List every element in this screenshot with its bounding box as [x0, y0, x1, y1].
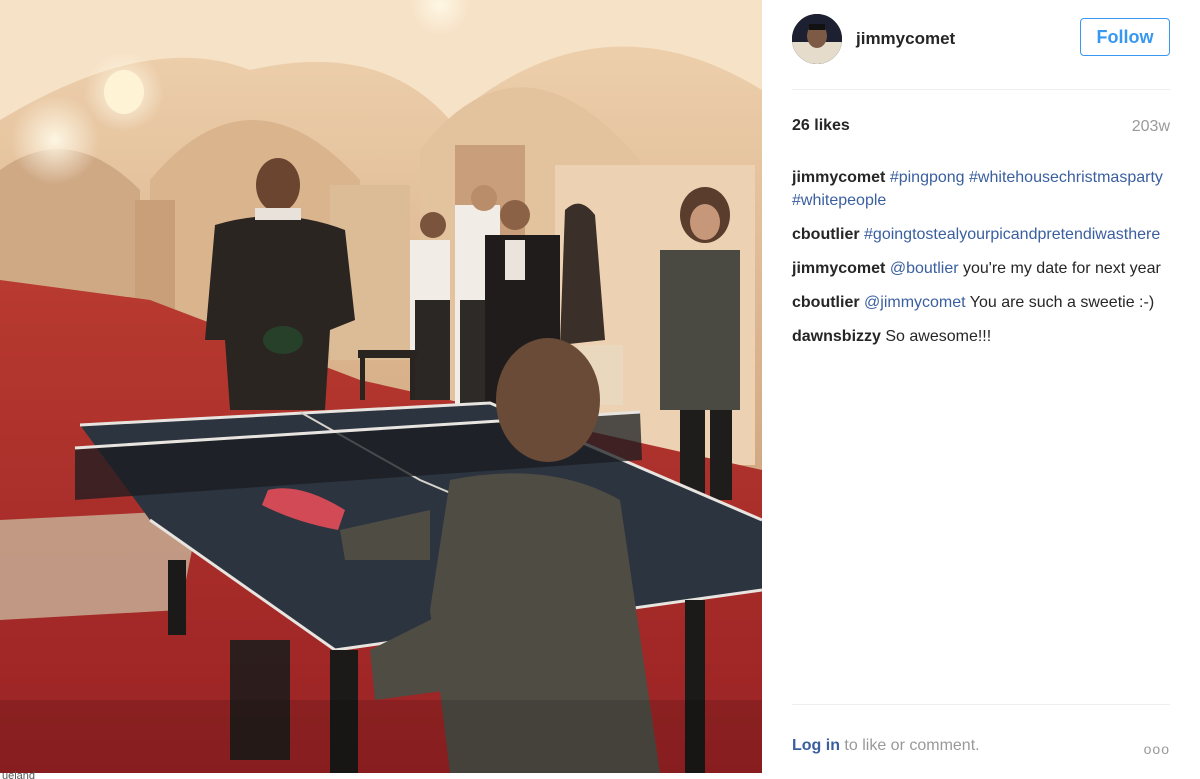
photo-caption-fragment: ueland — [2, 771, 36, 779]
comment-author[interactable]: cboutlier — [792, 294, 860, 311]
profile-avatar[interactable] — [792, 14, 842, 64]
post-footer: Log in to like or comment. ooo — [792, 737, 1170, 761]
ellipsis-icon[interactable]: ooo — [1144, 741, 1170, 757]
comment-author[interactable]: jimmycomet — [792, 169, 885, 186]
comment-item: jimmycomet @boutlier you're my date for … — [792, 257, 1164, 280]
header-divider — [792, 89, 1170, 90]
comment-text: So awesome!!! — [885, 328, 992, 345]
footer-divider — [792, 704, 1170, 705]
comment-author[interactable]: dawnsbizzy — [792, 328, 881, 345]
comment-author[interactable]: jimmycomet — [792, 260, 885, 277]
likes-count[interactable]: 26 likes — [792, 117, 850, 135]
comment-item: dawnsbizzy So awesome!!! — [792, 325, 1164, 348]
comment-item: cboutlier @jimmycomet You are such a swe… — [792, 291, 1164, 314]
comment-text: You are such a sweetie :-) — [965, 294, 1155, 311]
comment-tag-link[interactable]: @jimmycomet — [864, 294, 966, 311]
post-side-panel: jimmycomet Follow 26 likes 203w jimmycom… — [762, 0, 1200, 779]
comment-tag-link[interactable]: #goingtostealyourpicandpretendiwasthere — [864, 226, 1160, 243]
comment-tag-link[interactable]: #whitepeople — [792, 192, 886, 209]
follow-button[interactable]: Follow — [1080, 18, 1170, 56]
comment-item: jimmycomet #pingpong #whitehousechristma… — [792, 166, 1164, 212]
comment-author[interactable]: cboutlier — [792, 226, 860, 243]
photo-bottom-strip — [0, 773, 762, 779]
comment-tag-link[interactable]: @boutlier — [890, 260, 959, 277]
post-stats: 26 likes 203w — [792, 117, 1170, 139]
avatar-image — [792, 14, 842, 64]
login-prompt-text: to like or comment. — [839, 737, 980, 754]
post-age[interactable]: 203w — [1132, 118, 1170, 136]
post-photo[interactable] — [0, 0, 762, 773]
post-username[interactable]: jimmycomet — [856, 29, 955, 49]
ping-pong-photo-image — [0, 0, 762, 773]
comment-tag-link[interactable]: #whitehousechristmasparty — [969, 169, 1163, 186]
comment-item: cboutlier #goingtostealyourpicandpretend… — [792, 223, 1164, 246]
login-link[interactable]: Log in — [792, 737, 840, 754]
comment-tag-link[interactable]: #pingpong — [890, 169, 965, 186]
post-header: jimmycomet Follow — [792, 14, 1170, 66]
comment-text: you're my date for next year — [958, 260, 1161, 277]
comments-list: jimmycomet #pingpong #whitehousechristma… — [792, 166, 1164, 359]
